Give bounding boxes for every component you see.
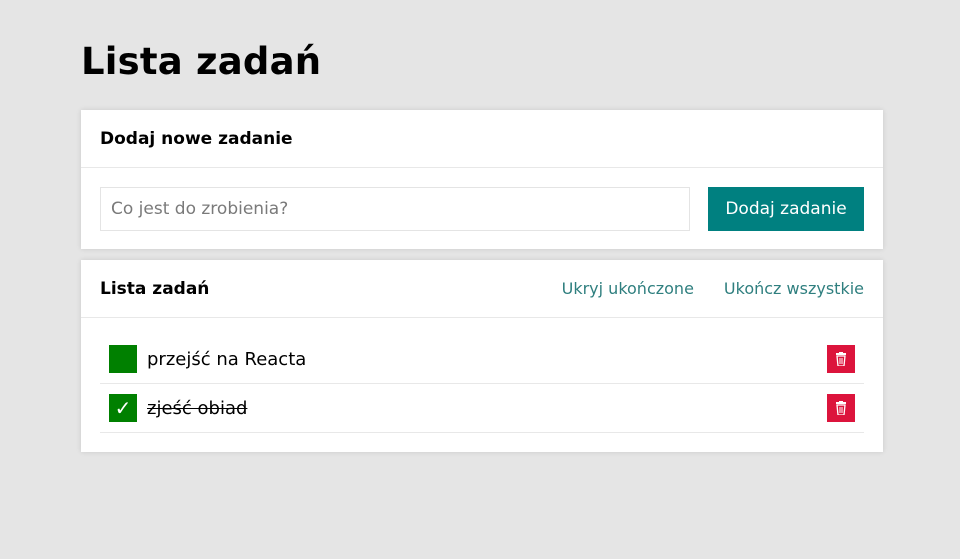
task-content: przejść na Reacta: [147, 348, 307, 370]
add-task-section: Dodaj nowe zadanie Dodaj zadanie: [81, 110, 883, 249]
add-task-header: Dodaj nowe zadanie: [81, 110, 883, 168]
add-task-form: Dodaj zadanie: [81, 168, 883, 249]
complete-all-button[interactable]: Ukończ wszystkie: [724, 279, 864, 298]
task-list: przejść na Reacta ✓ zjeść obiad: [100, 335, 864, 433]
add-task-button[interactable]: Dodaj zadanie: [708, 187, 864, 231]
hide-done-button[interactable]: Ukryj ukończone: [562, 279, 694, 298]
task-item: przejść na Reacta: [100, 335, 864, 384]
task-content: zjeść obiad: [147, 397, 248, 419]
trash-icon: [836, 401, 846, 415]
toggle-done-button[interactable]: ✓: [109, 394, 137, 422]
new-task-input[interactable]: [100, 187, 690, 231]
toggle-done-button[interactable]: [109, 345, 137, 373]
task-list-header: Lista zadań Ukryj ukończone Ukończ wszys…: [81, 260, 883, 318]
task-list-section: Lista zadań Ukryj ukończone Ukończ wszys…: [81, 260, 883, 452]
delete-task-button[interactable]: [827, 394, 855, 422]
add-task-title: Dodaj nowe zadanie: [100, 128, 293, 149]
task-item: ✓ zjeść obiad: [100, 384, 864, 433]
task-list-body: przejść na Reacta ✓ zjeść obiad: [81, 318, 883, 452]
checkmark-icon: ✓: [114, 396, 132, 420]
task-list-title: Lista zadań: [100, 278, 210, 299]
trash-icon: [836, 352, 846, 366]
delete-task-button[interactable]: [827, 345, 855, 373]
page-title: Lista zadań: [81, 40, 322, 83]
